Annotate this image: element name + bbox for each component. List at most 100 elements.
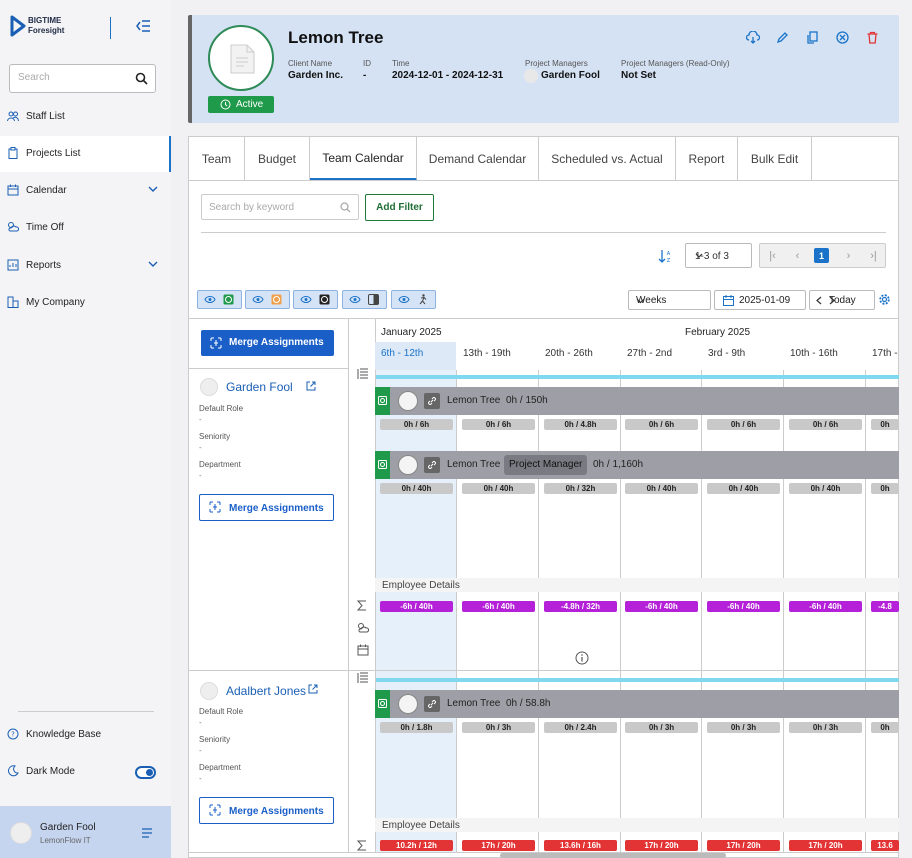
total-hours-pill[interactable]: 17h / 20h: [462, 840, 535, 851]
tab-budget[interactable]: Budget: [245, 137, 310, 181]
sidebar-item-reports[interactable]: Reports: [0, 248, 171, 284]
hours-pill[interactable]: 0h / 1.8h: [380, 722, 453, 733]
sidebar-item-my-company[interactable]: My Company: [0, 285, 171, 321]
archive-cancel-icon[interactable]: [836, 31, 849, 44]
hours-pill[interactable]: 0h / 3h: [789, 722, 862, 733]
chevron-right-icon[interactable]: [829, 296, 869, 305]
sidebar-item-staff-list[interactable]: Staff List: [0, 99, 171, 135]
total-hours-pill[interactable]: -4.8: [871, 601, 899, 612]
hours-pill[interactable]: 0h / 3h: [625, 722, 698, 733]
toggle-active-projects-button[interactable]: [197, 290, 242, 309]
tab-demand-calendar[interactable]: Demand Calendar: [417, 137, 539, 181]
total-hours-pill[interactable]: -6h / 40h: [462, 601, 535, 612]
hours-pill[interactable]: 0h / 6h: [707, 419, 780, 430]
menu-icon[interactable]: [141, 828, 153, 838]
keyword-search[interactable]: [201, 194, 359, 220]
search-icon[interactable]: [340, 202, 351, 213]
total-hours-pill[interactable]: 13.6: [871, 840, 899, 851]
add-filter-button[interactable]: Add Filter: [365, 194, 434, 221]
cloud-sun-icon[interactable]: [357, 622, 369, 634]
tab-report[interactable]: Report: [676, 137, 738, 181]
horizontal-scrollbar[interactable]: [500, 853, 726, 858]
collapse-sidebar-icon[interactable]: [135, 19, 151, 33]
today-navigator[interactable]: Today: [809, 290, 875, 310]
hours-pill[interactable]: 0h: [871, 483, 899, 494]
link-icon[interactable]: [424, 457, 440, 473]
last-page-icon[interactable]: ›|: [861, 244, 886, 267]
toggle-closed-projects-button[interactable]: [293, 290, 338, 309]
assignment-bar[interactable]: Lemon Tree Project Manager 0h / 1,160h: [375, 451, 899, 479]
sidebar-search-input[interactable]: [18, 72, 128, 83]
hours-pill[interactable]: 0h / 3h: [462, 722, 535, 733]
first-page-icon[interactable]: |‹: [760, 244, 785, 267]
hours-pill[interactable]: 0h / 3h: [707, 722, 780, 733]
merge-assignments-button[interactable]: Merge Assignments: [199, 494, 334, 521]
sidebar-item-calendar[interactable]: Calendar: [0, 173, 171, 209]
hours-pill[interactable]: 0h / 4.8h: [544, 419, 617, 430]
date-picker[interactable]: 2025-01-09: [714, 290, 806, 310]
toggle-columns-button[interactable]: [342, 290, 387, 309]
cloud-sync-icon[interactable]: [746, 31, 760, 44]
assignment-bar[interactable]: Lemon Tree 0h / 150h: [375, 387, 899, 415]
sidebar-search[interactable]: [9, 64, 156, 93]
hours-pill[interactable]: 0h / 40h: [789, 483, 862, 494]
tab-team-calendar[interactable]: Team Calendar: [310, 137, 417, 181]
external-link-icon[interactable]: [308, 684, 318, 694]
stack-icon[interactable]: [357, 368, 369, 380]
page-info-select[interactable]: 1-3 of 3: [685, 243, 752, 268]
chevron-down-icon[interactable]: [148, 186, 158, 193]
chevron-down-icon[interactable]: [148, 261, 158, 268]
toggle-running-button[interactable]: [391, 290, 436, 309]
total-hours-pill[interactable]: 17h / 20h: [625, 840, 698, 851]
tab-scheduled-vs-actual[interactable]: Scheduled vs. Actual: [539, 137, 676, 181]
hours-pill[interactable]: 0h: [871, 419, 899, 430]
assignment-bar[interactable]: Lemon Tree 0h / 58.8h: [375, 690, 899, 718]
pm-value[interactable]: Garden Fool: [541, 70, 600, 81]
link-icon[interactable]: [424, 393, 440, 409]
calendar-icon[interactable]: [357, 644, 369, 656]
total-hours-pill[interactable]: 17h / 20h: [707, 840, 780, 851]
knowledge-base-link[interactable]: ? Knowledge Base: [0, 717, 171, 753]
user-card[interactable]: Garden Fool LemonFlow IT: [0, 806, 171, 858]
sidebar-item-time-off[interactable]: Time Off: [0, 210, 171, 246]
total-hours-pill[interactable]: 10.2h / 12h: [380, 840, 453, 851]
current-page[interactable]: 1: [814, 248, 829, 263]
hours-pill[interactable]: 0h / 6h: [625, 419, 698, 430]
sort-icon[interactable]: AZ: [658, 249, 672, 263]
hours-pill[interactable]: 0h / 40h: [380, 483, 453, 494]
copy-icon[interactable]: [806, 31, 819, 44]
hours-pill[interactable]: 0h / 6h: [380, 419, 453, 430]
hours-pill[interactable]: 0h / 40h: [462, 483, 535, 494]
total-hours-pill[interactable]: -4.8h / 32h: [544, 601, 617, 612]
stack-icon[interactable]: [357, 672, 369, 684]
hours-pill[interactable]: 0h / 2.4h: [544, 722, 617, 733]
dark-mode-toggle[interactable]: [135, 766, 156, 779]
delete-icon[interactable]: [866, 31, 879, 44]
keyword-search-input[interactable]: [209, 202, 329, 213]
total-hours-pill[interactable]: 13.6h / 16h: [544, 840, 617, 851]
edit-icon[interactable]: [776, 31, 789, 44]
merge-assignments-button[interactable]: Merge Assignments: [199, 797, 334, 824]
hours-pill[interactable]: 0h / 6h: [789, 419, 862, 430]
total-hours-pill[interactable]: -6h / 40h: [789, 601, 862, 612]
staff-name-link[interactable]: Garden Fool: [226, 380, 293, 394]
hours-pill[interactable]: 0h / 40h: [707, 483, 780, 494]
toggle-pending-projects-button[interactable]: [245, 290, 290, 309]
search-icon[interactable]: [135, 72, 148, 85]
gear-icon[interactable]: [878, 293, 891, 306]
view-mode-select[interactable]: Weeks: [628, 290, 711, 310]
hours-pill[interactable]: 0h / 32h: [544, 483, 617, 494]
total-hours-pill[interactable]: -6h / 40h: [380, 601, 453, 612]
link-icon[interactable]: [424, 696, 440, 712]
total-hours-pill[interactable]: 17h / 20h: [789, 840, 862, 851]
chevron-left-icon[interactable]: [816, 296, 822, 305]
hours-pill[interactable]: 0h / 40h: [625, 483, 698, 494]
sidebar-item-projects-list[interactable]: Projects List: [0, 136, 171, 172]
tab-team[interactable]: Team: [189, 137, 245, 181]
hours-pill[interactable]: 0h / 6h: [462, 419, 535, 430]
prev-page-icon[interactable]: ‹: [785, 244, 810, 267]
merge-assignments-button[interactable]: Merge Assignments: [201, 330, 334, 356]
external-link-icon[interactable]: [306, 381, 316, 391]
total-hours-pill[interactable]: -6h / 40h: [625, 601, 698, 612]
staff-name-link[interactable]: Adalbert Jones: [226, 684, 306, 698]
